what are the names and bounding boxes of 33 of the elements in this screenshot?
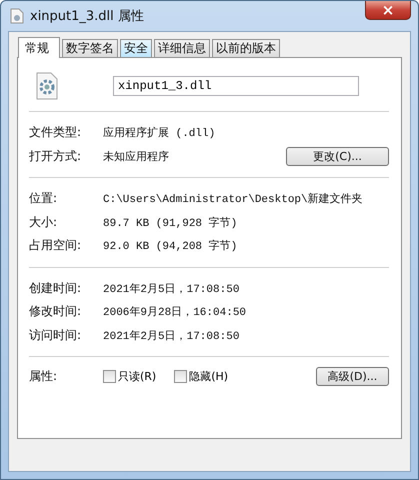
- checkbox[interactable]: [174, 370, 188, 384]
- tab[interactable]: 常规: [18, 37, 60, 58]
- field-label: 属性:: [29, 368, 58, 386]
- file-name-field[interactable]: xinput1_3.dll: [113, 76, 359, 96]
- field-value: 2006年9月28日，16:04:50: [103, 305, 246, 320]
- tab[interactable]: 安全: [120, 39, 152, 57]
- field-label: 位置:: [29, 190, 58, 208]
- field-label: 占用空间:: [29, 237, 82, 254]
- close-button[interactable]: ×: [365, 1, 411, 20]
- change-button[interactable]: 更改(C)...: [286, 146, 389, 166]
- field-label: 文件类型:: [29, 124, 82, 142]
- checkbox[interactable]: [103, 370, 116, 384]
- field-value: C:\Users\Administrator\Desktop\新建文件夹: [103, 192, 363, 206]
- field-value: 未知应用程序: [103, 150, 169, 164]
- tab[interactable]: 以前的版本: [212, 39, 280, 57]
- field-value: 89.7 KB (91,928 字节): [103, 216, 238, 230]
- field-value: 应用程序扩展 (.dll): [103, 126, 216, 140]
- field-value: 2021年2月5日，17:08:50: [103, 282, 240, 296]
- tab[interactable]: 详细信息: [154, 39, 210, 57]
- checkbox-label: 隐藏(H): [189, 369, 228, 384]
- gear-file-icon: [35, 72, 59, 100]
- field-label: 创建时间:: [29, 280, 82, 297]
- window-title: xinput1_3.dll 属性: [30, 8, 144, 25]
- field-label: 访问时间:: [29, 326, 82, 344]
- checkbox-label: 只读(R): [118, 369, 156, 384]
- advanced-button[interactable]: 高级(D)...: [316, 367, 389, 386]
- field-label: 打开方式:: [29, 148, 82, 165]
- field-label: 修改时间:: [29, 303, 82, 320]
- field-label: 大小:: [29, 214, 58, 231]
- field-value: 92.0 KB (94,208 字节): [103, 238, 238, 254]
- tab[interactable]: 数字签名: [62, 39, 118, 57]
- field-value: 2021年2月5日，17:08:50: [103, 329, 240, 343]
- file-icon: [10, 8, 24, 24]
